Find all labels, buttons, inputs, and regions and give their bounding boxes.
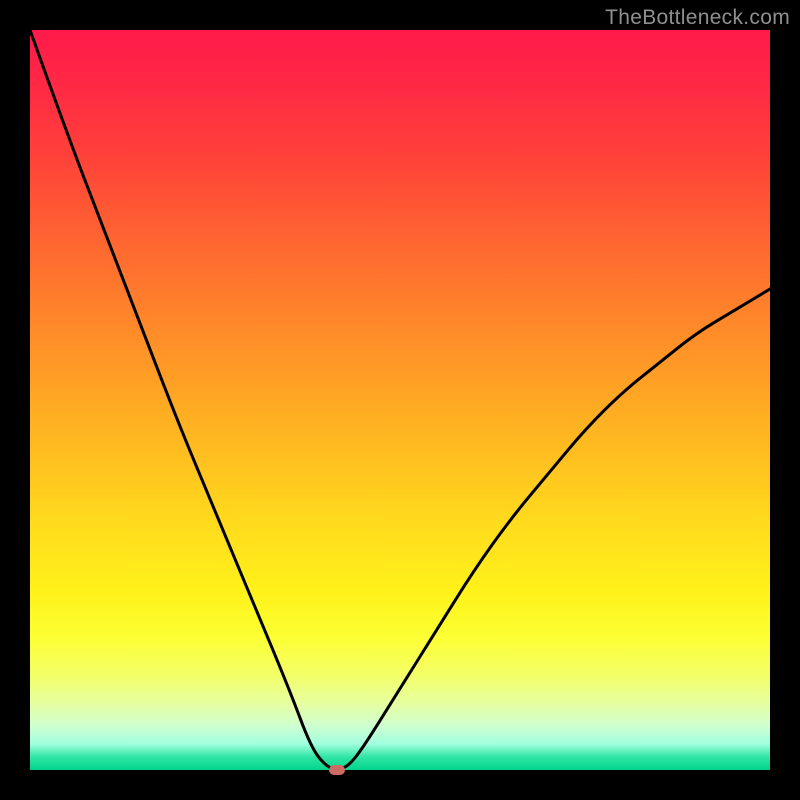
bottleneck-curve bbox=[30, 30, 770, 769]
plot-area bbox=[30, 30, 770, 770]
watermark-text: TheBottleneck.com bbox=[605, 6, 790, 30]
optimum-marker bbox=[329, 765, 345, 775]
chart-container: TheBottleneck.com bbox=[0, 0, 800, 800]
curve-svg bbox=[30, 30, 770, 770]
